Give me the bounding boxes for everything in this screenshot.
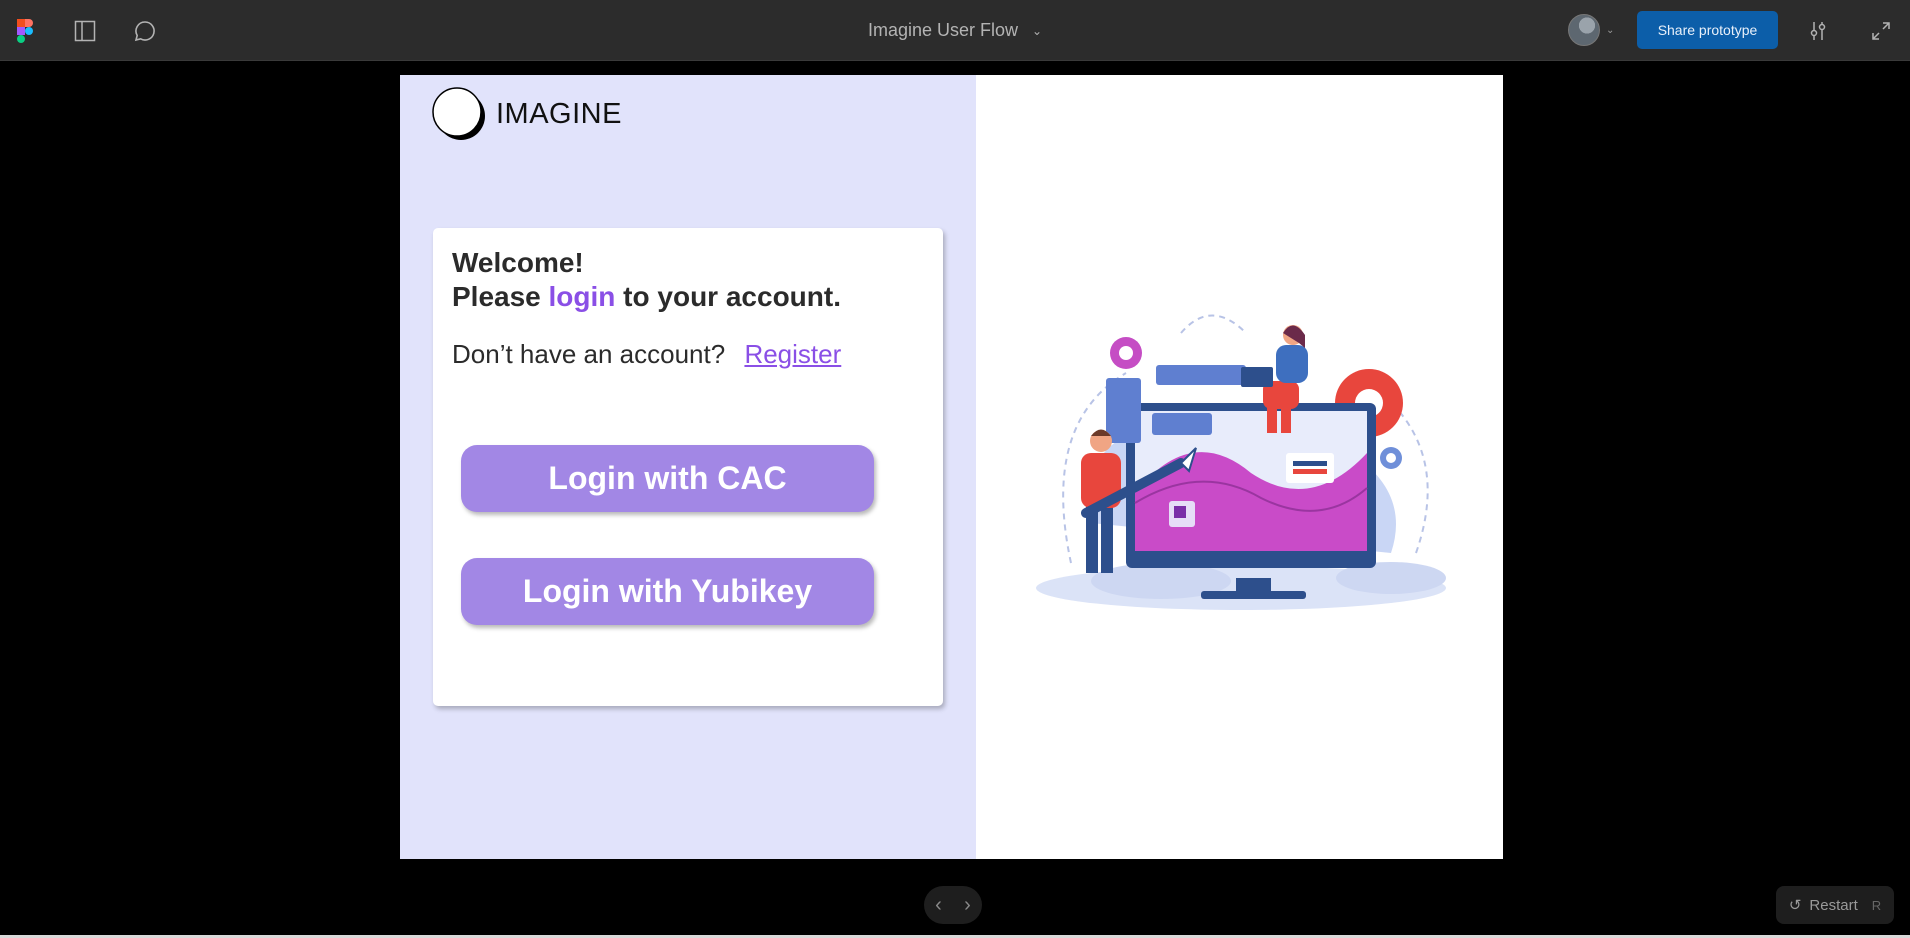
prototype-navigation: ‹ › [924, 886, 982, 924]
next-frame-icon[interactable]: › [964, 894, 971, 917]
login-highlight: login [548, 281, 616, 312]
figma-logo-icon[interactable] [12, 18, 38, 44]
login-with-cac-button[interactable]: Login with CAC [461, 445, 874, 512]
comment-icon[interactable] [132, 18, 158, 44]
share-prototype-button[interactable]: Share prototype [1637, 11, 1778, 49]
subheading-text-end: to your account. [615, 281, 841, 312]
register-link[interactable]: Register [744, 339, 841, 369]
login-panel: IMAGINE Welcome! Please login to your ac… [400, 75, 976, 859]
restart-shortcut: R [1871, 897, 1882, 913]
login-subheading: Please login to your account. [452, 280, 841, 314]
logo-circle-icon [432, 87, 486, 141]
avatar[interactable] [1568, 14, 1600, 46]
previous-frame-icon[interactable]: ‹ [935, 894, 942, 917]
file-title: Imagine User Flow [867, 20, 1018, 40]
login-with-yubikey-button[interactable]: Login with Yubikey [461, 558, 874, 625]
restart-icon: ↺ [1788, 897, 1802, 914]
logo-text: IMAGINE [496, 97, 622, 130]
imagine-logo: IMAGINE [432, 87, 622, 141]
settings-sliders-icon[interactable] [1805, 18, 1831, 44]
register-row: Don’t have an account? Register [452, 339, 841, 370]
prototype-frame: IMAGINE Welcome! Please login to your ac… [400, 75, 1503, 859]
illustration-panel [976, 75, 1503, 859]
designer-illustration [1036, 314, 1446, 610]
chevron-down-icon: ⌄ [1606, 24, 1615, 36]
restart-button[interactable]: ↺ Restart R [1776, 886, 1894, 924]
user-menu[interactable]: ⌄ [1568, 14, 1614, 46]
chevron-down-icon: ⌄ [1031, 23, 1043, 38]
login-card: Welcome! Please login to your account. D… [433, 228, 943, 706]
sidebar-panel-icon[interactable] [72, 18, 98, 44]
expand-icon[interactable] [1868, 18, 1894, 44]
welcome-heading: Welcome! [452, 247, 584, 278]
file-title-menu[interactable]: Imagine User Flow ⌄ [868, 0, 1042, 61]
restart-label: Restart [1809, 896, 1858, 914]
top-toolbar: Imagine User Flow ⌄ ⌄ Share prototype [0, 0, 1910, 61]
register-prompt: Don’t have an account? [452, 339, 726, 369]
subheading-text-start: Please [452, 281, 549, 312]
